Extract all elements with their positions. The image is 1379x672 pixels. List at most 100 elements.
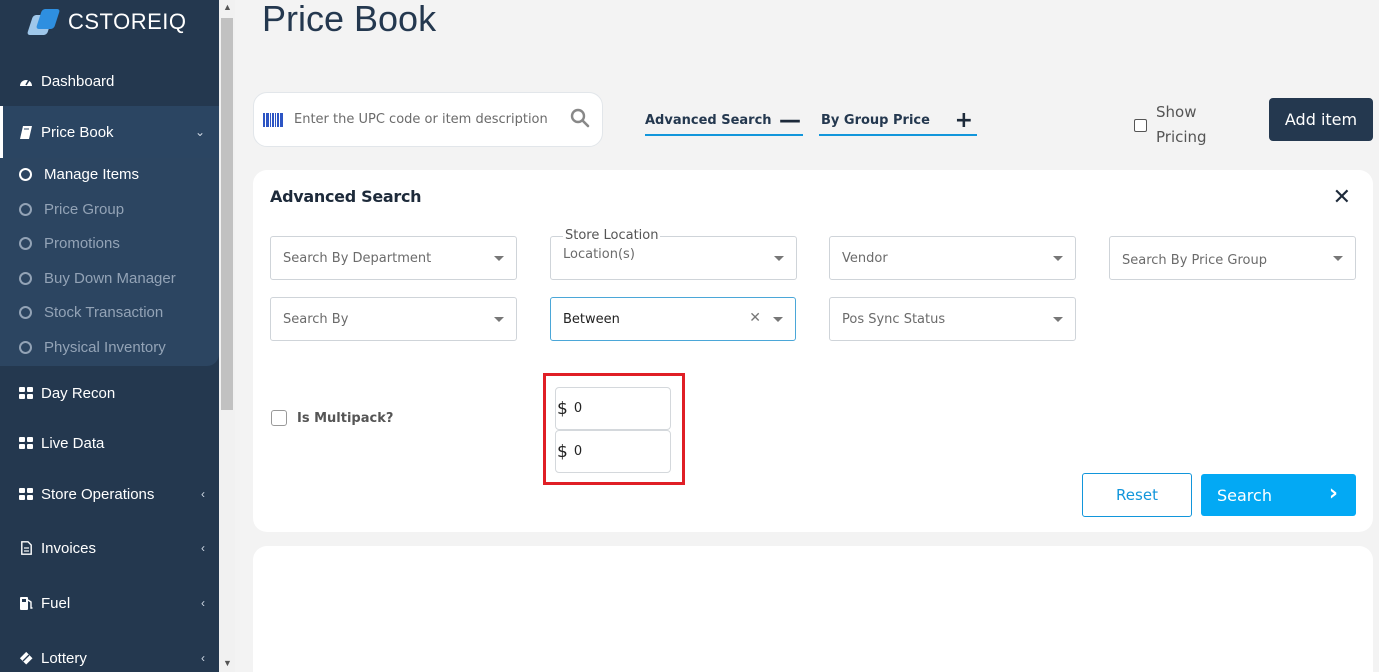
caret-down-icon xyxy=(494,317,504,322)
caret-down-icon xyxy=(1053,317,1063,322)
multipack-checkbox[interactable] xyxy=(271,410,287,426)
pos-sync-placeholder: Pos Sync Status xyxy=(842,311,946,327)
price-book-submenu: Manage Items Price Group Promotions Buy … xyxy=(0,158,219,366)
show-pricing-checkbox[interactable] xyxy=(1134,118,1147,132)
submenu-item-stock-transaction[interactable]: Stock Transaction xyxy=(19,304,163,321)
price-range-select[interactable]: Between ✕ xyxy=(550,297,796,341)
submenu-label: Price Group xyxy=(44,201,125,218)
submenu-item-manage-items[interactable]: Manage Items xyxy=(19,166,139,183)
price-to-value: 0 xyxy=(573,444,583,459)
ticket-icon xyxy=(19,651,33,665)
sidebar-item-label: Invoices xyxy=(41,539,97,557)
submenu-label: Buy Down Manager xyxy=(44,270,176,287)
price-range-value: Between xyxy=(563,311,620,327)
sidebar-item-price-book[interactable]: Price Book ⌄ xyxy=(0,106,219,158)
caret-down-icon xyxy=(774,256,784,261)
currency-symbol: $ xyxy=(557,441,568,462)
caret-down-icon xyxy=(494,256,504,261)
scroll-up-arrow-icon[interactable]: ▲ xyxy=(223,2,232,12)
scrollbar-thumb[interactable] xyxy=(221,18,233,410)
gas-pump-icon xyxy=(19,596,33,610)
pos-sync-status-select[interactable]: Pos Sync Status xyxy=(829,297,1076,341)
circle-icon xyxy=(19,203,32,216)
price-from-input[interactable]: $ 0 xyxy=(555,387,671,430)
document-icon xyxy=(19,541,33,555)
sidebar-item-lottery[interactable]: Lottery ‹ xyxy=(0,645,219,671)
sidebar-item-label: Dashboard xyxy=(41,72,115,90)
sidebar-item-label: Lottery xyxy=(41,649,87,667)
sidebar-item-fuel[interactable]: Fuel ‹ xyxy=(0,590,219,616)
multipack-label: Is Multipack? xyxy=(297,410,394,426)
sidebar: CSTOREIQ Dashboard Price Book ⌄ Manage I… xyxy=(0,0,219,672)
search-button[interactable]: Search › xyxy=(1201,474,1356,516)
chevron-left-icon: ‹ xyxy=(201,487,205,501)
scroll-down-arrow-icon[interactable]: ▼ xyxy=(223,658,232,668)
brand[interactable]: CSTOREIQ xyxy=(26,4,187,40)
sidebar-item-invoices[interactable]: Invoices ‹ xyxy=(0,535,219,561)
advanced-search-panel: Advanced Search ✕ Search By Department S… xyxy=(253,170,1373,532)
submenu-item-price-group[interactable]: Price Group xyxy=(19,201,124,218)
group-price-toggle[interactable]: By Group Price + xyxy=(819,106,977,136)
brand-logo-icon xyxy=(26,7,61,37)
brand-name: CSTOREIQ xyxy=(68,9,187,34)
barcode-icon[interactable] xyxy=(263,112,283,127)
advanced-search-toggle[interactable]: Advanced Search — xyxy=(645,106,803,136)
sidebar-item-label: Fuel xyxy=(41,594,71,612)
circle-icon xyxy=(19,306,32,319)
submenu-label: Stock Transaction xyxy=(44,304,164,321)
advanced-search-label: Advanced Search xyxy=(645,112,772,128)
search-icon[interactable] xyxy=(570,108,590,128)
clear-icon[interactable]: ✕ xyxy=(749,310,761,326)
sidebar-scrollbar[interactable]: ▲ ▼ xyxy=(219,0,235,672)
panel-title: Advanced Search xyxy=(270,187,422,206)
book-icon xyxy=(19,125,33,139)
vendor-placeholder: Vendor xyxy=(842,250,888,266)
sidebar-item-dashboard[interactable]: Dashboard xyxy=(0,68,219,94)
submenu-item-physical-inventory[interactable]: Physical Inventory xyxy=(19,339,166,356)
circle-icon xyxy=(19,168,32,181)
price-group-select[interactable]: Search By Price Group xyxy=(1109,236,1356,280)
results-panel xyxy=(253,546,1373,672)
price-from-value: 0 xyxy=(573,401,583,416)
reset-button[interactable]: Reset xyxy=(1082,473,1192,517)
chevron-right-icon: › xyxy=(1328,481,1338,506)
sidebar-item-label: Store Operations xyxy=(41,485,155,503)
caret-down-icon xyxy=(1333,256,1343,261)
submenu-label: Promotions xyxy=(44,235,120,252)
multipack-control[interactable]: Is Multipack? xyxy=(271,410,393,426)
currency-symbol: $ xyxy=(557,398,568,419)
grid-icon xyxy=(19,487,33,501)
circle-icon xyxy=(19,237,32,250)
item-search-box[interactable] xyxy=(253,92,603,147)
circle-icon xyxy=(19,272,32,285)
chevron-left-icon: ‹ xyxy=(201,651,205,665)
search-by-select[interactable]: Search By xyxy=(270,297,517,341)
price-range-highlight: $ 0 $ 0 xyxy=(543,373,685,485)
sidebar-item-store-operations[interactable]: Store Operations ‹ xyxy=(0,481,219,507)
submenu-item-buy-down-manager[interactable]: Buy Down Manager xyxy=(19,270,176,287)
plus-icon: + xyxy=(954,107,973,133)
close-icon[interactable]: ✕ xyxy=(1333,184,1351,210)
add-item-button[interactable]: Add item xyxy=(1269,98,1373,141)
department-placeholder: Search By Department xyxy=(283,250,432,266)
search-input[interactable] xyxy=(294,112,554,127)
show-pricing-label: Show Pricing xyxy=(1156,103,1207,146)
store-location-legend: Store Location xyxy=(563,228,661,243)
sidebar-item-label: Live Data xyxy=(41,434,105,452)
vendor-select[interactable]: Vendor xyxy=(829,236,1076,280)
chevron-down-icon: ⌄ xyxy=(194,125,205,139)
submenu-item-promotions[interactable]: Promotions xyxy=(19,235,120,252)
group-price-label: By Group Price xyxy=(821,112,930,128)
price-to-input[interactable]: $ 0 xyxy=(555,430,671,473)
sidebar-item-label: Day Recon xyxy=(41,384,116,402)
store-location-value: Location(s) xyxy=(563,247,635,262)
caret-down-icon xyxy=(773,317,783,322)
page-title: Price Book xyxy=(262,0,437,39)
dashboard-gauge-icon xyxy=(19,74,33,88)
store-location-select[interactable]: Store Location Location(s) xyxy=(550,228,797,280)
sidebar-item-live-data[interactable]: Live Data xyxy=(0,430,219,456)
department-select[interactable]: Search By Department xyxy=(270,236,517,280)
sidebar-item-day-recon[interactable]: Day Recon xyxy=(0,380,219,406)
chevron-left-icon: ‹ xyxy=(201,541,205,555)
show-pricing-control[interactable]: Show Pricing xyxy=(1134,100,1226,150)
